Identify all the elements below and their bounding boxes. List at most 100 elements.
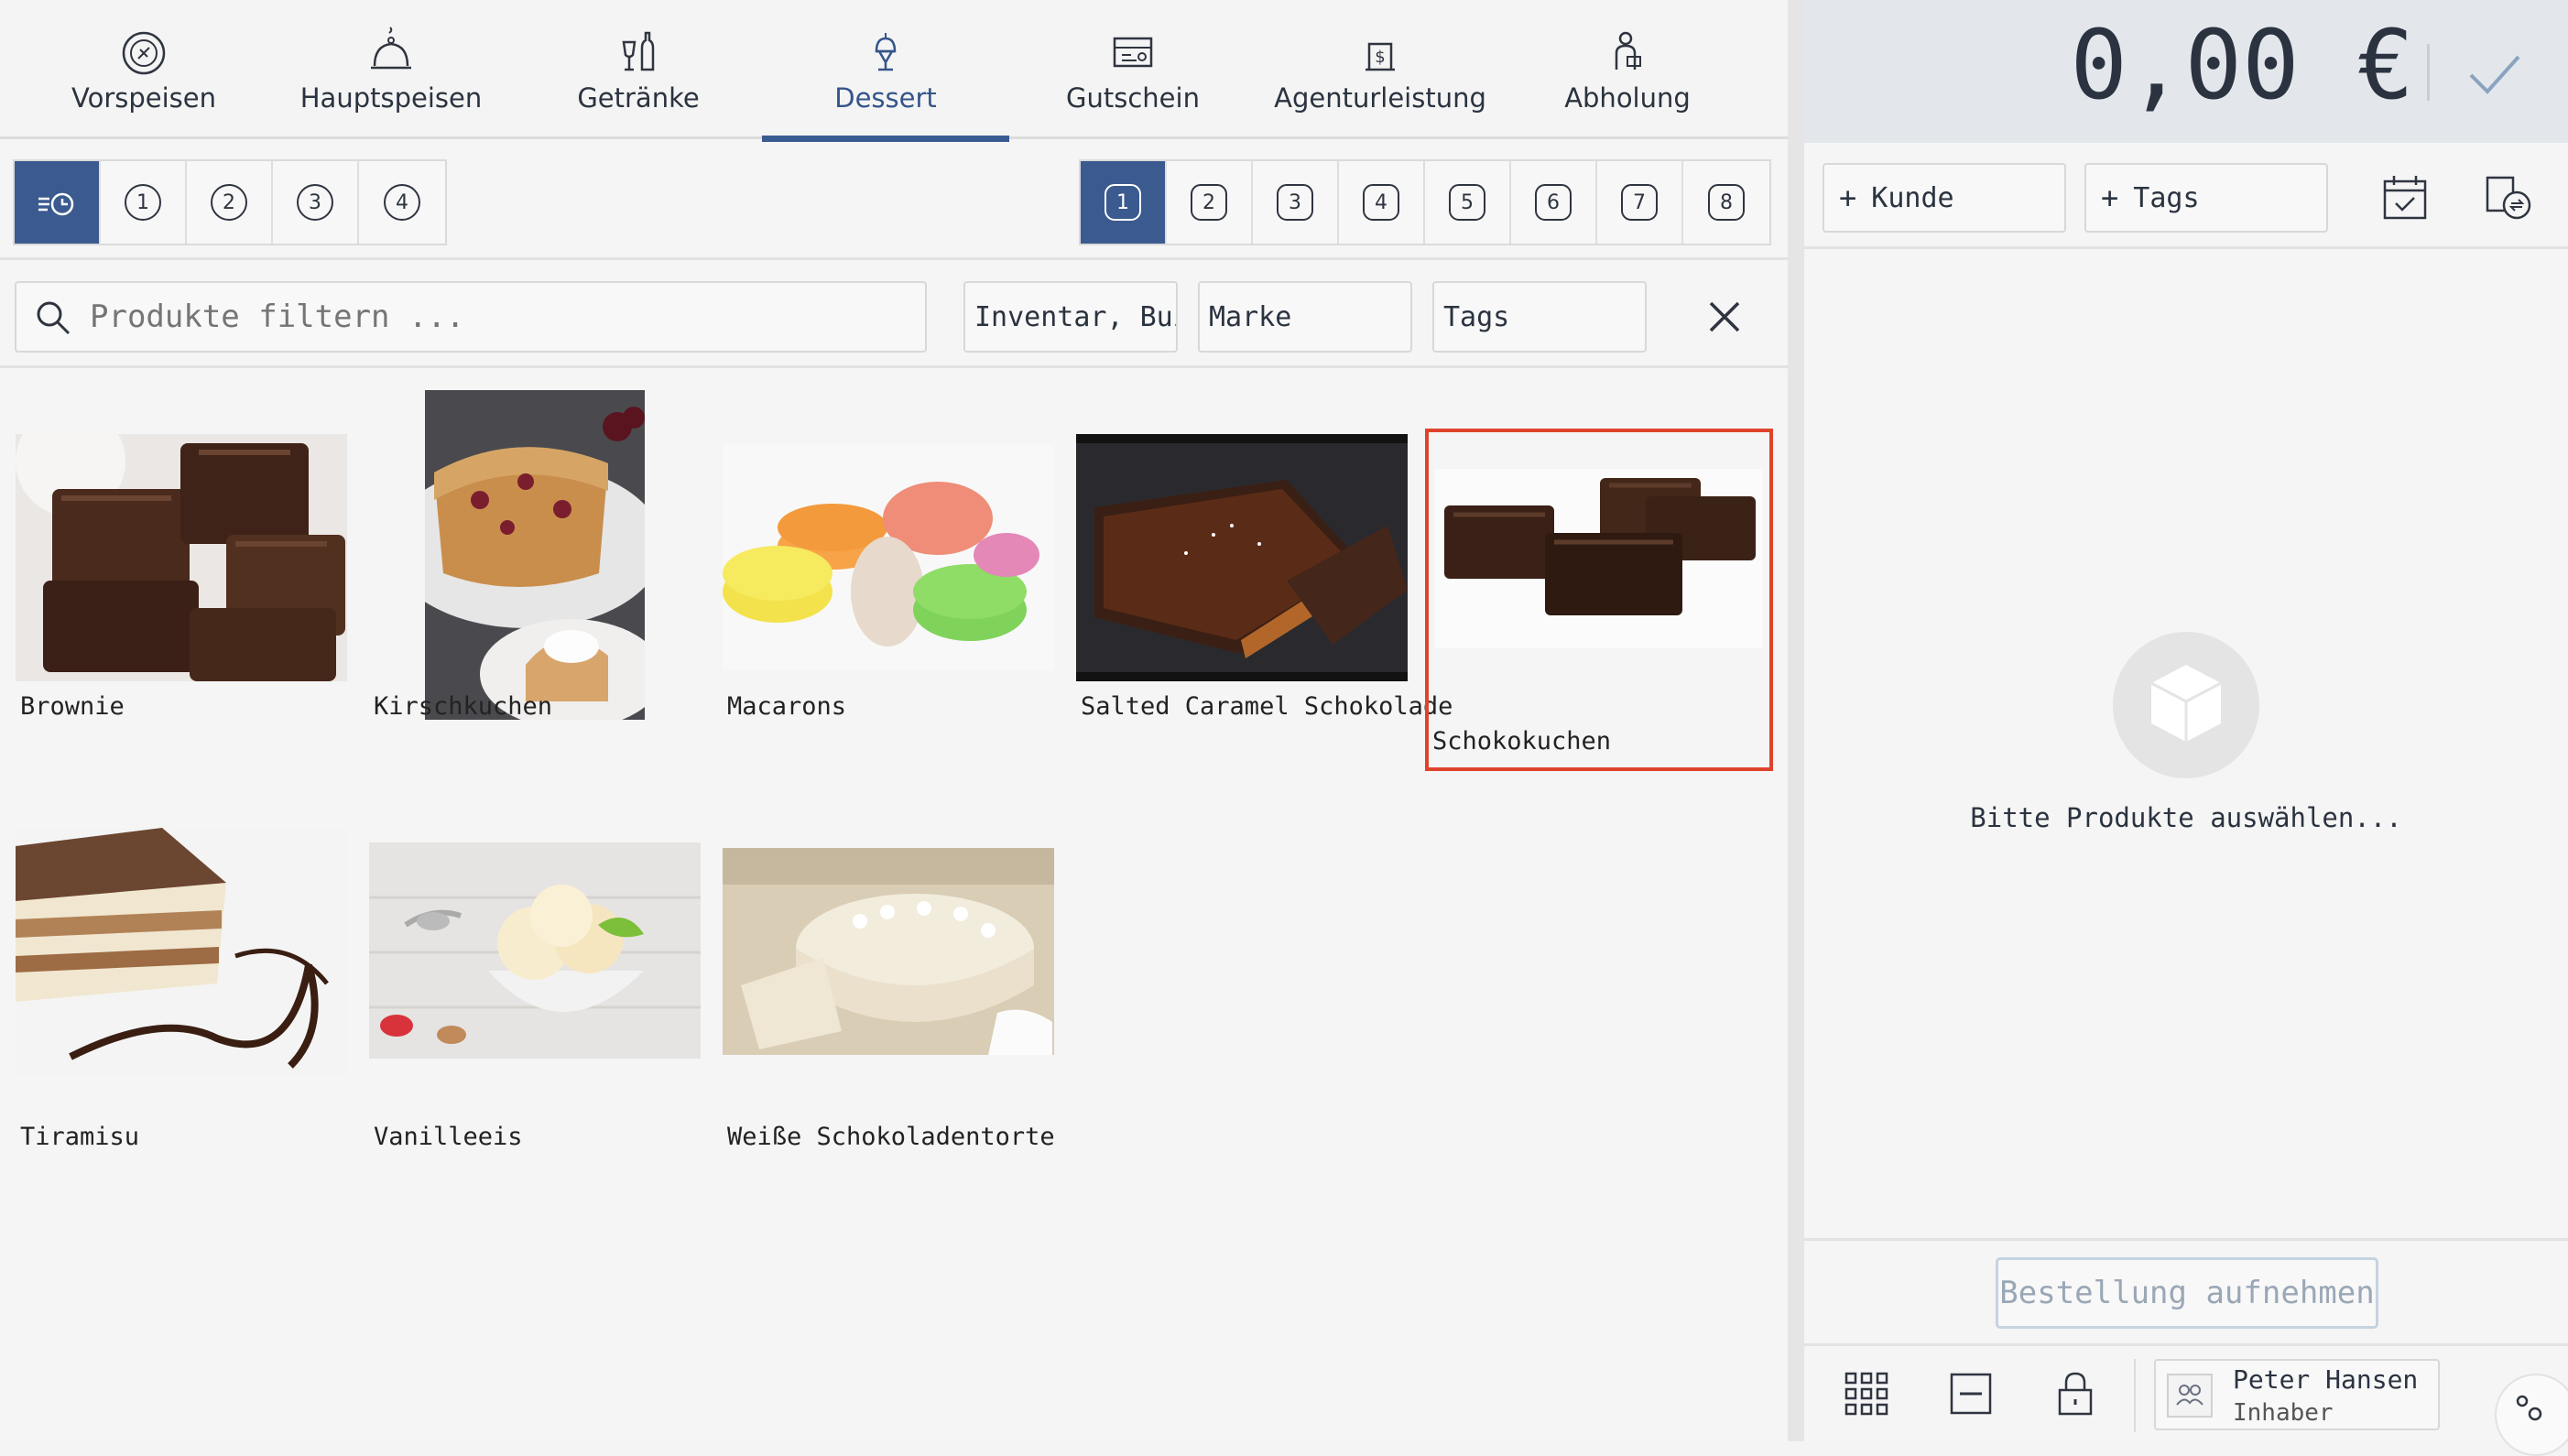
course-number: 3: [297, 184, 333, 221]
product-image: [723, 445, 1054, 670]
course-history-button[interactable]: [15, 161, 101, 244]
seat-button[interactable]: 5: [1425, 161, 1511, 244]
product-image: [16, 828, 347, 1075]
minus-box-icon[interactable]: [1947, 1370, 1995, 1418]
tab-getraenke[interactable]: Getränke: [515, 0, 762, 139]
settings-corner-button[interactable]: [2495, 1374, 2568, 1456]
grid-icon[interactable]: [1843, 1370, 1890, 1418]
ice-cream-icon: [875, 33, 897, 71]
inventory-filter-button[interactable]: Inventar, Bui...: [963, 281, 1178, 353]
close-icon[interactable]: [1702, 294, 1747, 340]
tab-label: Hauptspeisen: [299, 82, 483, 114]
empty-cart-text: Bitte Produkte auswählen...: [1970, 802, 2402, 833]
course-button[interactable]: 4: [359, 161, 445, 244]
product-card-kirschkuchen[interactable]: Kirschkuchen: [368, 390, 702, 734]
product-card-vanilleeis[interactable]: Vanilleeis: [368, 820, 702, 1165]
seat-number: 7: [1621, 184, 1658, 221]
empty-cart: Bitte Produkte auswählen...: [1804, 632, 2568, 833]
seat-button[interactable]: 2: [1167, 161, 1253, 244]
course-selector-left: 1 2 3 4: [13, 159, 447, 245]
order-pane: 0,00 € + Kunde + Tags Bitte Produkte aus…: [1804, 0, 2568, 1456]
tab-label: Vorspeisen: [71, 82, 216, 114]
tab-vorspeisen[interactable]: Vorspeisen: [20, 0, 267, 139]
checkmark-icon[interactable]: [2464, 44, 2524, 104]
drinks-icon: [622, 31, 655, 71]
product-card-tiramisu[interactable]: Tiramisu: [15, 820, 348, 1165]
brand-filter-button[interactable]: Marke: [1198, 281, 1412, 353]
product-name: Macarons: [727, 692, 847, 721]
product-card-weisse-schokoladentorte[interactable]: Weiße Schokoladentorte: [722, 820, 1055, 1165]
product-name: Kirschkuchen: [374, 692, 553, 721]
search-box: [15, 281, 927, 353]
voucher-icon: [1113, 37, 1153, 68]
category-tabs: Vorspeisen Hauptspeisen Getränke Dessert…: [0, 0, 1788, 142]
user-switcher[interactable]: Peter Hansen Inhaber: [2154, 1359, 2440, 1430]
product-card-salted-caramel[interactable]: Salted Caramel Schokolade: [1075, 390, 1453, 734]
tab-label: Gutschein: [1066, 82, 1200, 114]
product-image: [723, 848, 1054, 1055]
calendar-check-icon[interactable]: [2378, 170, 2432, 225]
seat-button[interactable]: 6: [1511, 161, 1597, 244]
order-actions: Bestellung aufnehmen: [1804, 1238, 2568, 1346]
product-image: [369, 842, 701, 1059]
seat-button[interactable]: 4: [1339, 161, 1425, 244]
course-button[interactable]: 2: [187, 161, 273, 244]
svg-text:$: $: [1375, 48, 1385, 67]
seat-button[interactable]: 8: [1683, 161, 1769, 244]
search-input[interactable]: [88, 288, 894, 345]
seat-button[interactable]: 7: [1597, 161, 1683, 244]
seat-button[interactable]: 1: [1081, 161, 1167, 244]
tab-agenturleistung[interactable]: $ Agenturleistung: [1257, 0, 1504, 139]
plus-icon: +: [2101, 180, 2119, 215]
product-pane: Vorspeisen Hauptspeisen Getränke Dessert…: [0, 0, 1788, 1441]
plate-icon: [122, 31, 166, 75]
product-card-schokokuchen[interactable]: Schokokuchen: [1425, 429, 1773, 771]
course-button[interactable]: 1: [101, 161, 187, 244]
bottom-toolbar: Peter Hansen Inhaber: [1804, 1346, 2568, 1456]
course-button[interactable]: 3: [273, 161, 359, 244]
pane-divider[interactable]: [1788, 0, 1804, 1441]
place-order-button[interactable]: Bestellung aufnehmen: [1996, 1257, 2378, 1329]
product-name: Vanilleeis: [374, 1123, 523, 1151]
seat-number: 5: [1449, 184, 1485, 221]
agency-icon: $: [1366, 42, 1395, 71]
user-name: Peter Hansen: [2233, 1364, 2419, 1395]
add-customer-button[interactable]: + Kunde: [1823, 163, 2066, 233]
tab-dessert[interactable]: Dessert: [762, 0, 1009, 142]
tab-label: Getränke: [577, 82, 700, 114]
product-name: Brownie: [20, 692, 125, 721]
lock-icon[interactable]: [2051, 1370, 2099, 1418]
tab-hauptspeisen[interactable]: Hauptspeisen: [267, 0, 515, 139]
seat-number: 3: [1277, 184, 1313, 221]
avatar: [2167, 1374, 2213, 1418]
product-card-macarons[interactable]: Macarons: [722, 390, 1055, 734]
product-name: Schokokuchen: [1432, 727, 1612, 755]
course-number: 1: [125, 184, 161, 221]
tab-label: Abholung: [1564, 82, 1691, 114]
seat-number: 6: [1535, 184, 1572, 221]
tab-gutschein[interactable]: Gutschein: [1009, 0, 1257, 139]
product-name: Salted Caramel Schokolade: [1081, 692, 1453, 721]
transfer-order-icon[interactable]: [2482, 170, 2537, 225]
order-total-header: 0,00 €: [1804, 0, 2568, 143]
divider: [2134, 1359, 2136, 1432]
search-icon: [37, 301, 71, 335]
tab-abholung[interactable]: Abholung: [1504, 0, 1751, 139]
user-role: Inhaber: [2233, 1399, 2334, 1427]
product-image: [425, 390, 645, 720]
course-selector-right: 1 2 3 4 5 6 7 8: [1079, 159, 1771, 245]
seat-button[interactable]: 3: [1253, 161, 1339, 244]
add-customer-label: Kunde: [1871, 181, 1954, 214]
list-clock-icon: [38, 192, 74, 216]
product-image: [1076, 434, 1408, 681]
users-icon: [2176, 1385, 2203, 1406]
seat-number: 1: [1104, 184, 1141, 221]
product-card-brownie[interactable]: Brownie: [15, 390, 348, 734]
cog-icon: [2516, 1395, 2542, 1421]
divider: [2427, 44, 2430, 101]
add-tags-button[interactable]: + Tags: [2084, 163, 2328, 233]
seat-number: 2: [1191, 184, 1227, 221]
tab-label: Dessert: [834, 82, 937, 114]
product-image: [16, 434, 347, 681]
tags-filter-button[interactable]: Tags: [1432, 281, 1647, 353]
